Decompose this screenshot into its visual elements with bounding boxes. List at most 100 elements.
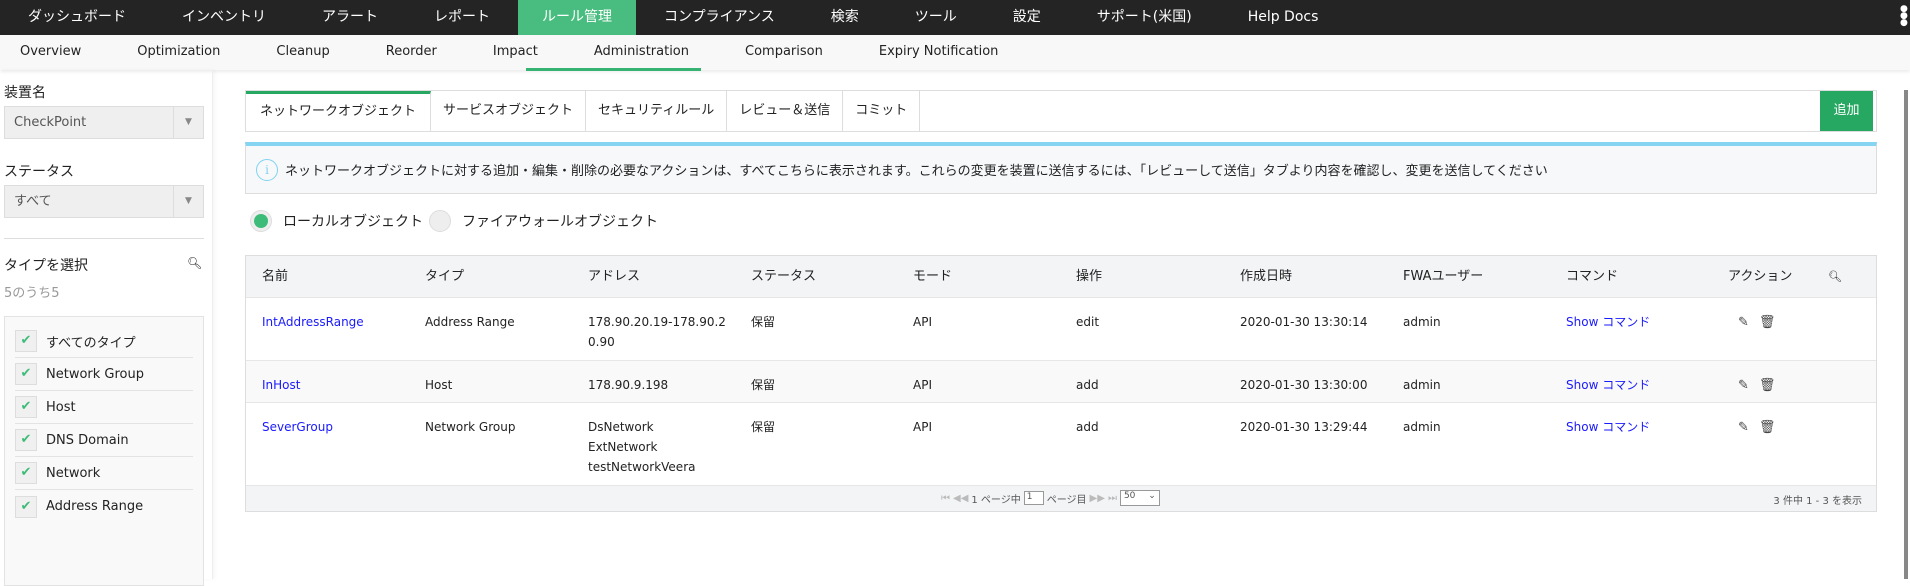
- subnav-tab[interactable]: Administration: [525, 35, 702, 71]
- column-header[interactable]: 操作: [1076, 267, 1102, 287]
- search-icon[interactable]: 🔍︎: [187, 256, 202, 270]
- device-label: 装置名: [4, 85, 46, 101]
- subnav-tab[interactable]: Comparison: [689, 35, 823, 70]
- first-page-icon[interactable]: ⏮: [941, 493, 950, 504]
- status-label: ステータス: [4, 164, 74, 180]
- nav-item[interactable]: サポート(米国): [1069, 0, 1220, 35]
- subnav-tab[interactable]: Cleanup: [220, 35, 329, 70]
- type-item[interactable]: ✔ すべてのタイプ: [15, 325, 193, 358]
- tabs: ネットワークオブジェクト サービスオブジェクト セキュリティルール レビュー＆送信 コミ…: [245, 90, 1877, 132]
- checkbox-checked-icon[interactable]: ✔: [15, 396, 37, 418]
- pager-controls: ⏮ ◀◀ 1 ページ中 1 ページ目 ▶▶ ⏭ 50 ⌄: [941, 490, 1160, 506]
- cell-user: admin: [1403, 378, 1441, 392]
- edit-icon[interactable]: ✎: [1738, 376, 1749, 396]
- nav-item[interactable]: ルール管理: [518, 0, 636, 35]
- subnav-tab[interactable]: Overview: [0, 35, 81, 70]
- chevron-down-icon: ▼: [173, 107, 203, 138]
- column-header[interactable]: タイプ: [425, 267, 464, 287]
- column-header[interactable]: ステータス: [751, 267, 816, 287]
- column-header[interactable]: 作成日時: [1240, 267, 1292, 287]
- nav-item[interactable]: 検索: [803, 0, 887, 35]
- address-line: DsNetwork: [588, 420, 654, 434]
- tab-item[interactable]: セキュリティルール: [586, 91, 728, 131]
- nav-item[interactable]: アラート: [294, 0, 406, 35]
- nav-item[interactable]: インベントリ: [154, 0, 294, 35]
- trash-icon[interactable]: 🗑︎: [1759, 418, 1776, 438]
- scrollbar[interactable]: [1904, 90, 1908, 579]
- table-row: IntAddressRange Address Range 178.90.20.19…: [246, 298, 1876, 361]
- tab-item[interactable]: コミット: [843, 91, 921, 131]
- page-of-label: 1 ページ中: [971, 494, 1021, 506]
- cell-address: 178.90.9.198: [588, 375, 668, 395]
- radio-local[interactable]: [250, 210, 272, 232]
- cell-name[interactable]: InHost: [262, 375, 300, 395]
- page-suffix: ページ目: [1046, 494, 1087, 506]
- nav-item[interactable]: 設定: [985, 0, 1069, 35]
- checkbox-checked-icon[interactable]: ✔: [15, 330, 37, 352]
- more-menu-icon[interactable]: ● ● ●: [1900, 5, 1908, 28]
- add-button[interactable]: 追加: [1820, 91, 1873, 131]
- status-select[interactable]: すべて ▼: [4, 185, 204, 218]
- type-item[interactable]: ✔ Address Range: [15, 490, 193, 523]
- cell-op: add: [1076, 378, 1099, 392]
- address-line: testNetworkVeera: [588, 460, 696, 474]
- cell-command[interactable]: Show コマンド: [1566, 417, 1650, 437]
- page-size-select[interactable]: 50 ⌄: [1119, 490, 1160, 506]
- type-label: Host: [46, 399, 76, 415]
- type-item[interactable]: ✔ Host: [15, 391, 193, 424]
- nav-item[interactable]: レポート: [406, 0, 518, 35]
- type-item[interactable]: ✔ Network: [15, 457, 193, 490]
- top-nav: ダッシュボード インベントリ アラート レポート ルール管理 コンプライアンス 検索 ツール設…: [0, 0, 1910, 35]
- record-count: 3 件中 1 - 3 を表示: [1773, 496, 1862, 507]
- radio-firewall-label: ファイアウォールオブジェクト: [462, 214, 658, 230]
- column-header[interactable]: 名前: [262, 267, 288, 287]
- trash-icon[interactable]: 🗑︎: [1759, 313, 1776, 333]
- subnav-tab[interactable]: Impact: [437, 35, 538, 70]
- address-line: 178.90.20.19-178.90.2: [588, 315, 726, 329]
- column-header[interactable]: アクション: [1728, 267, 1792, 287]
- cell-name[interactable]: SeverGroup: [262, 417, 333, 437]
- subnav-tab[interactable]: Expiry Notification: [823, 35, 999, 70]
- type-item[interactable]: ✔ Network Group: [15, 358, 193, 391]
- checkbox-checked-icon[interactable]: ✔: [15, 495, 37, 518]
- search-icon[interactable]: 🔍︎: [1828, 267, 1842, 287]
- cell-mode: API: [913, 420, 932, 434]
- column-header[interactable]: FWAユーザー: [1403, 267, 1483, 287]
- address-line: 178.90.9.198: [588, 378, 669, 392]
- column-header[interactable]: モード: [913, 267, 952, 287]
- cell-command[interactable]: Show コマンド: [1566, 375, 1650, 395]
- checkbox-checked-icon[interactable]: ✔: [15, 429, 37, 451]
- table-header: 名前 タイプ アドレス ステータス モード 操作 作成日時 FWAユーザー コマンド アクション 🔍…: [246, 256, 1876, 298]
- next-page-icon[interactable]: ▶▶: [1090, 493, 1105, 504]
- prev-page-icon[interactable]: ◀◀: [953, 493, 968, 504]
- cell-status: 保留: [751, 420, 776, 434]
- checkbox-checked-icon[interactable]: ✔: [15, 363, 37, 385]
- trash-icon[interactable]: 🗑︎: [1759, 376, 1776, 396]
- type-item[interactable]: ✔ DNS Domain: [15, 424, 193, 457]
- edit-icon[interactable]: ✎: [1738, 418, 1749, 438]
- device-select[interactable]: CheckPoint ▼: [4, 106, 204, 139]
- nav-item[interactable]: ツール: [887, 0, 985, 35]
- cell-name[interactable]: IntAddressRange: [262, 312, 364, 332]
- checkbox-checked-icon[interactable]: ✔: [15, 462, 37, 484]
- cell-actions: ✎ 🗑︎: [1738, 375, 1785, 396]
- subnav-tab[interactable]: Optimization: [81, 35, 220, 70]
- nav-item[interactable]: コンプライアンス: [636, 0, 803, 35]
- page-input[interactable]: 1: [1023, 491, 1044, 505]
- cell-command[interactable]: Show コマンド: [1566, 312, 1650, 332]
- cell-type: Host: [425, 378, 453, 392]
- tab-item[interactable]: ネットワークオブジェクト: [246, 91, 432, 131]
- last-page-icon[interactable]: ⏭: [1108, 493, 1117, 504]
- subnav-tab[interactable]: Reorder: [330, 35, 437, 70]
- tab-item[interactable]: サービスオブジェクト: [431, 91, 587, 131]
- nav-item[interactable]: ダッシュボード: [0, 0, 154, 35]
- cell-address: 178.90.20.19-178.90.2 0.90: [588, 312, 726, 352]
- type-label: すべてのタイプ: [46, 335, 136, 351]
- cell-op: add: [1076, 420, 1099, 434]
- nav-item[interactable]: Help Docs: [1220, 0, 1347, 35]
- tab-item[interactable]: レビュー＆送信: [727, 91, 844, 131]
- column-header[interactable]: アドレス: [588, 267, 640, 287]
- edit-icon[interactable]: ✎: [1738, 313, 1749, 333]
- radio-firewall[interactable]: [429, 210, 451, 232]
- column-header[interactable]: コマンド: [1566, 267, 1618, 287]
